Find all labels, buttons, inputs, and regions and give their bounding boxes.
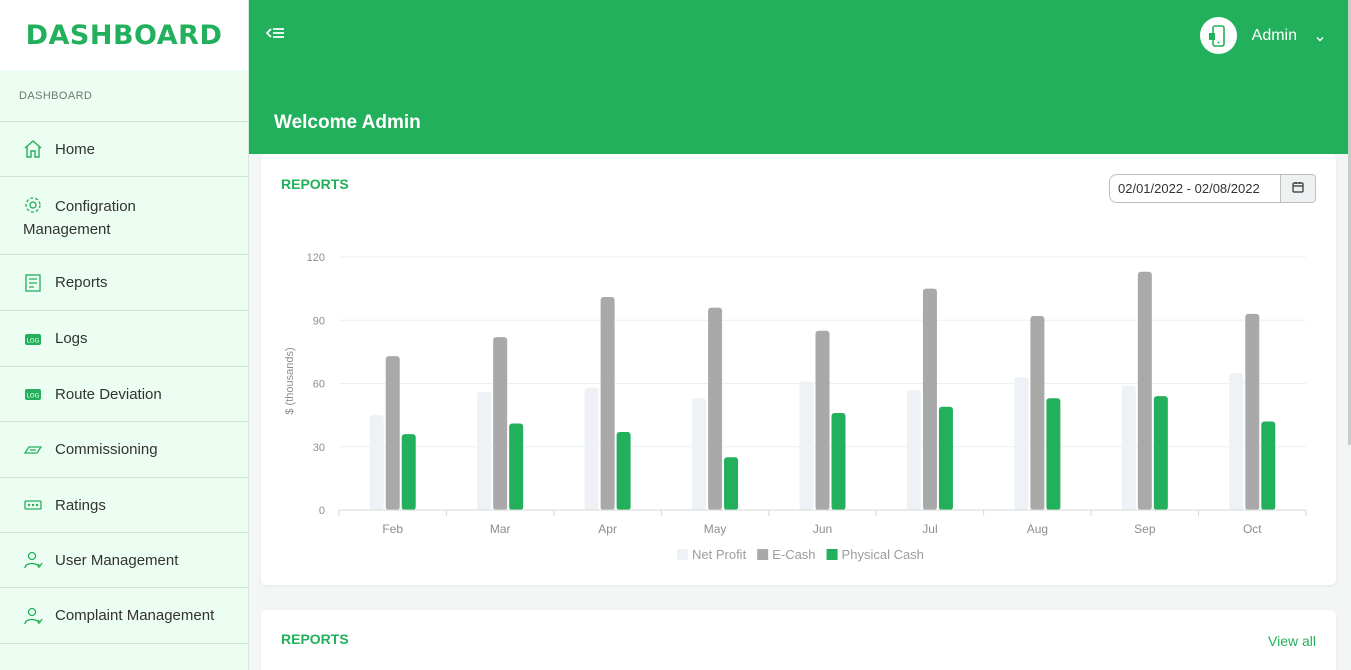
legend-swatch xyxy=(826,549,838,560)
bar-physical-cash[interactable] xyxy=(1153,396,1168,510)
sidebar-item-ratings[interactable]: Ratings xyxy=(0,478,248,533)
x-tick-label: Mar xyxy=(490,522,511,536)
bar-e-cash[interactable] xyxy=(600,297,615,510)
bar-e-cash[interactable] xyxy=(1245,313,1260,510)
bar-net-profit[interactable] xyxy=(799,381,814,510)
gear-icon xyxy=(23,195,43,215)
x-tick-label: Aug xyxy=(1027,522,1048,536)
sidebar-item-label: Home xyxy=(55,140,96,158)
legend-swatch xyxy=(757,549,769,560)
sidebar-item-label: Logs xyxy=(55,330,88,347)
bar-net-profit[interactable] xyxy=(692,398,707,510)
report-icon xyxy=(23,273,43,293)
x-tick-label: Jun xyxy=(813,522,832,536)
sidebar-item-label: Commissioning xyxy=(55,441,158,458)
sidebar-item-user-management[interactable]: User Management xyxy=(0,533,248,588)
sidebar-toggle-icon[interactable] xyxy=(265,22,287,44)
bar-physical-cash[interactable] xyxy=(509,423,524,510)
home-icon xyxy=(23,139,43,159)
sidebar-item-configuration[interactable]: Configration Management xyxy=(0,177,248,255)
top-header: Admin Welcome Admin xyxy=(249,0,1351,154)
x-tick-label: Sep xyxy=(1134,522,1156,536)
sidebar: DASHBOARD DASHBOARD Home Configration Ma… xyxy=(0,0,249,670)
svg-text:LOG: LOG xyxy=(27,393,40,400)
bar-chart: $ (thousands) 0 30 60 90 120 Feb Mar Apr May Jun… xyxy=(284,252,1307,562)
avatar[interactable] xyxy=(1199,17,1237,54)
bar-physical-cash[interactable] xyxy=(831,413,846,510)
sidebar-item-logs[interactable]: LOG Logs xyxy=(0,311,248,367)
legend-swatch xyxy=(677,549,688,560)
bar-physical-cash[interactable] xyxy=(401,434,416,510)
user-icon xyxy=(23,606,43,626)
bar-net-profit[interactable] xyxy=(1229,372,1244,510)
reports-list-card: REPORTS View all xyxy=(261,610,1336,670)
bar-net-profit[interactable] xyxy=(584,387,599,510)
bar-e-cash[interactable] xyxy=(385,356,400,510)
bar-physical-cash[interactable] xyxy=(1046,398,1061,510)
legend-label[interactable]: Net Profit xyxy=(692,547,747,562)
y-tick-label: 0 xyxy=(319,505,325,517)
user-icon xyxy=(23,550,43,570)
bar-e-cash[interactable] xyxy=(922,288,937,510)
bar-net-profit[interactable] xyxy=(369,415,384,510)
bar-physical-cash[interactable] xyxy=(938,406,953,510)
sidebar-item-label: User Management xyxy=(55,551,179,569)
bar-net-profit[interactable] xyxy=(1121,385,1136,510)
bar-e-cash[interactable] xyxy=(1030,316,1045,510)
sidebar-item-commissioning[interactable]: Commissioning xyxy=(0,422,248,478)
sidebar-item-label: Route Deviation xyxy=(55,385,162,403)
sidebar-section-label: DASHBOARD xyxy=(0,70,248,122)
brand-title: DASHBOARD xyxy=(25,19,223,51)
y-tick-label: 30 xyxy=(313,442,325,454)
svg-text:LOG: LOG xyxy=(27,337,40,344)
bar-net-profit[interactable] xyxy=(906,389,921,510)
sidebar-item-label: Complaint Management xyxy=(55,607,215,624)
sidebar-item-home[interactable]: Home xyxy=(0,122,248,177)
log-icon: LOG xyxy=(23,384,43,404)
x-tick-label: Feb xyxy=(382,522,403,536)
y-tick-label: 90 xyxy=(313,315,325,327)
bar-e-cash[interactable] xyxy=(1137,271,1152,510)
x-tick-label: Apr xyxy=(598,522,617,536)
bar-physical-cash[interactable] xyxy=(616,431,631,510)
bar-e-cash[interactable] xyxy=(708,307,723,510)
x-tick-label: Jul xyxy=(922,522,937,536)
card-title: REPORTS xyxy=(281,631,349,647)
sidebar-item-label: Ratings xyxy=(55,496,106,514)
bar-physical-cash[interactable] xyxy=(724,457,739,510)
sidebar-item-complaint-management[interactable]: Complaint Management xyxy=(0,588,248,644)
page-title: Welcome Admin xyxy=(274,112,421,133)
x-tick-label: Oct xyxy=(1243,522,1262,536)
sidebar-item-route-deviation[interactable]: LOG Route Deviation xyxy=(0,367,248,422)
y-axis-label: $ (thousands) xyxy=(284,347,296,414)
brand-logo[interactable]: DASHBOARD xyxy=(0,0,248,70)
sidebar-item-label: Reports xyxy=(55,274,108,291)
bar-physical-cash[interactable] xyxy=(1261,421,1276,510)
log-icon: LOG xyxy=(23,329,43,349)
x-tick-label: May xyxy=(704,522,727,536)
user-menu[interactable]: Admin xyxy=(1199,17,1325,54)
legend-label[interactable]: E-Cash xyxy=(772,547,815,562)
legend-label[interactable]: Physical Cash xyxy=(842,547,924,562)
bar-net-profit[interactable] xyxy=(1014,377,1029,510)
y-tick-label: 120 xyxy=(307,252,325,264)
bar-e-cash[interactable] xyxy=(493,337,508,510)
chevron-down-icon[interactable] xyxy=(1315,31,1325,41)
rating-icon xyxy=(23,495,43,515)
reports-chart-card: REPORTS $ (thousands) 0306090120 FebMarA… xyxy=(261,154,1336,585)
sidebar-item-reports[interactable]: Reports xyxy=(0,255,248,311)
user-name: Admin xyxy=(1251,26,1297,44)
bar-e-cash[interactable] xyxy=(815,330,830,510)
y-tick-label: 60 xyxy=(313,379,325,391)
bar-net-profit[interactable] xyxy=(477,391,492,510)
view-all-link[interactable]: View all xyxy=(1268,633,1316,649)
money-icon xyxy=(23,440,43,460)
